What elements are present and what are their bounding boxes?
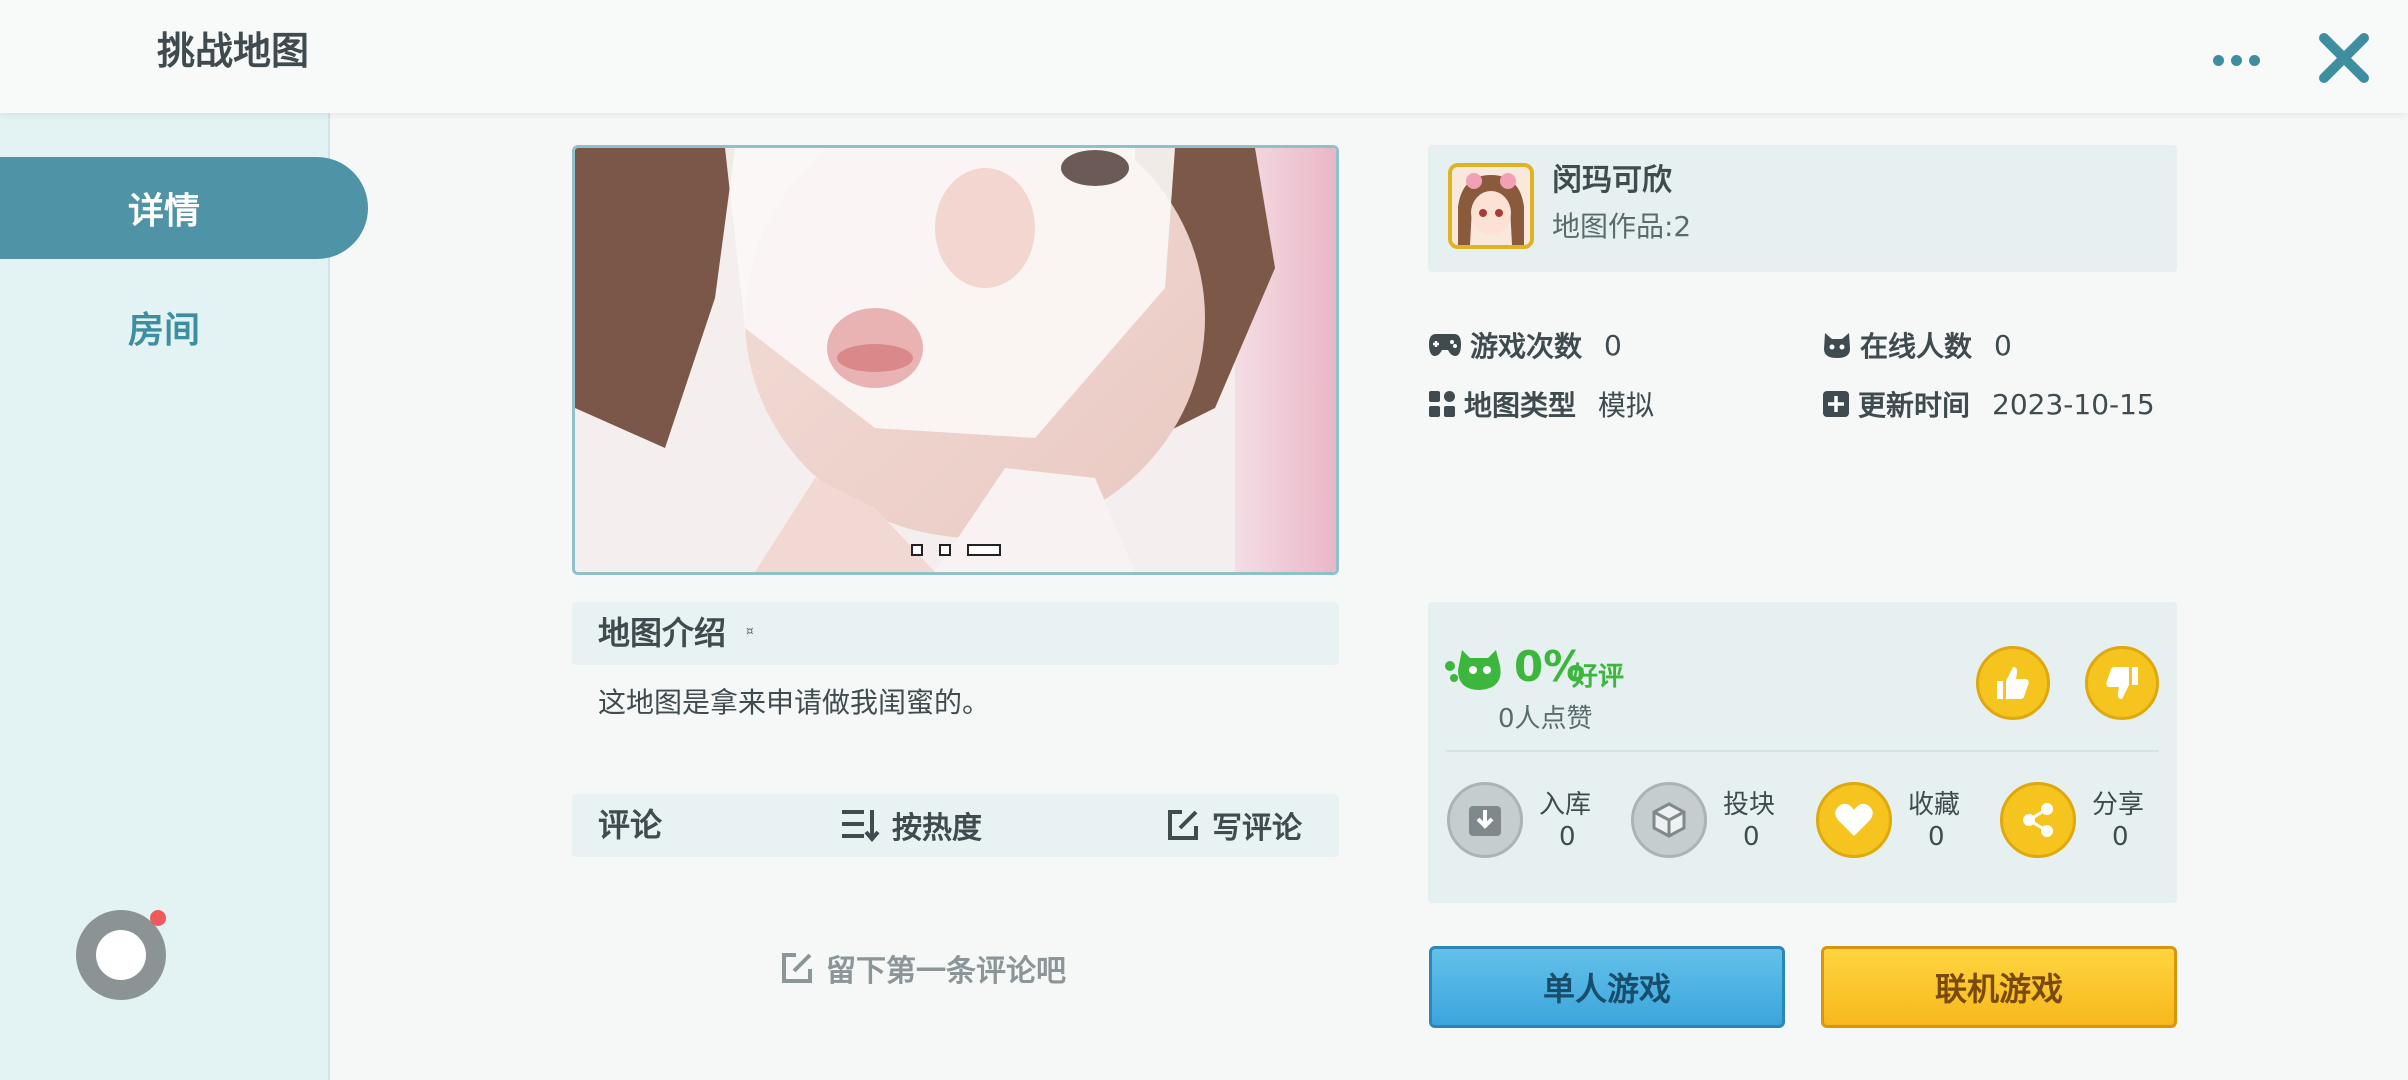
like-count: 0人点赞 xyxy=(1498,704,1593,734)
comments-header: 评论 按热度 写评论 xyxy=(572,794,1339,857)
stat-value: 2023-10-15 xyxy=(1992,387,2155,421)
thumbs-down-icon xyxy=(2106,667,2138,699)
more-dot-icon xyxy=(2248,54,2260,66)
action-count: 0 xyxy=(1928,822,1945,852)
tab-label: 详情 xyxy=(128,191,201,232)
multiplayer-label: 联机游戏 xyxy=(1934,970,2063,1008)
action-label: 分享 xyxy=(2092,790,2145,820)
share-icon xyxy=(2000,782,2076,858)
action-count: 0 xyxy=(1743,822,1760,852)
stat-label: 更新时间 xyxy=(1858,389,1971,422)
carousel-dot[interactable] xyxy=(938,544,951,556)
plus-square-icon xyxy=(1823,391,1849,417)
stat-label: 在线人数 xyxy=(1860,330,1973,363)
close-icon xyxy=(2319,33,2369,83)
author-name: 闵玛可欣 xyxy=(1552,163,1672,198)
author-works-count: 地图作品:2 xyxy=(1552,210,1692,243)
top-bar: 挑战地图 xyxy=(0,0,2408,113)
first-comment-prompt: 留下第一条评论吧 xyxy=(826,954,1066,989)
more-dot-icon xyxy=(2230,54,2242,66)
carousel-dot-active[interactable] xyxy=(966,544,1001,556)
action-count: 0 xyxy=(2112,822,2129,852)
thumbs-up-button[interactable] xyxy=(1976,646,2050,720)
rating-panel: 0% 好评 0人点赞 入库 0 投块 0 收藏 0 分享 0 xyxy=(1428,602,2177,903)
notification-dot xyxy=(150,910,166,926)
sidebar: 详情 房间 xyxy=(0,113,368,1080)
stat-value: 模拟 xyxy=(1598,389,1655,422)
action-label: 投块 xyxy=(1723,790,1776,820)
grid-icon xyxy=(1429,391,1455,417)
intro-description: 这地图是拿来申请做我闺蜜的。 xyxy=(598,686,991,719)
more-dot-icon xyxy=(2212,54,2224,66)
tab-label: 房间 xyxy=(128,310,201,351)
close-button[interactable] xyxy=(2316,30,2372,86)
tab-details[interactable]: 详情 xyxy=(0,157,368,259)
divider xyxy=(1446,750,2159,752)
sort-label: 按热度 xyxy=(892,811,982,846)
author-card[interactable]: 闵玛可欣 地图作品:2 xyxy=(1428,145,2177,272)
avatar-image xyxy=(1452,167,1530,245)
sort-icon xyxy=(842,810,880,842)
intro-title: 地图介绍 xyxy=(598,614,727,652)
sort-by-popularity-button[interactable]: 按热度 xyxy=(840,802,982,848)
gamepad-icon xyxy=(1429,334,1461,356)
thumbs-up-icon xyxy=(1997,667,2029,699)
intro-mark: ¤ xyxy=(746,624,754,638)
action-count: 0 xyxy=(1559,822,1576,852)
single-player-label: 单人游戏 xyxy=(1542,970,1671,1008)
stat-map-type: 地图类型 模拟 xyxy=(1428,384,1654,424)
stat-play-count: 游戏次数 0 xyxy=(1428,325,1622,365)
tab-rooms[interactable]: 房间 xyxy=(0,276,330,378)
stat-label: 地图类型 xyxy=(1464,389,1577,422)
page-title: 挑战地图 xyxy=(157,29,310,73)
write-comment-label: 写评论 xyxy=(1212,811,1302,846)
mascot-icon xyxy=(1445,650,1501,690)
stat-value: 0 xyxy=(1994,328,2012,362)
map-cover-photo xyxy=(575,148,1336,572)
thumbs-down-button[interactable] xyxy=(2085,646,2159,720)
write-comment-button[interactable]: 写评论 xyxy=(1166,802,1302,848)
comments-title: 评论 xyxy=(598,806,663,844)
action-label: 收藏 xyxy=(1908,790,1961,820)
map-screenshot-carousel[interactable] xyxy=(572,145,1339,575)
single-player-button[interactable]: 单人游戏 xyxy=(1429,946,1785,1028)
stat-update-time: 更新时间 2023-10-15 xyxy=(1822,384,2155,424)
multiplayer-button[interactable]: 联机游戏 xyxy=(1821,946,2177,1028)
more-options-button[interactable] xyxy=(2206,40,2266,80)
positive-rating-label: 好评 xyxy=(1572,662,1625,692)
cube-icon xyxy=(1631,782,1707,858)
action-label: 入库 xyxy=(1539,790,1592,820)
library-icon xyxy=(1447,782,1523,858)
author-avatar[interactable] xyxy=(1448,163,1534,249)
edit-icon xyxy=(782,953,812,983)
leave-first-comment-button[interactable]: 留下第一条评论吧 xyxy=(780,945,1066,991)
edit-icon xyxy=(1168,810,1198,840)
stat-online-count: 在线人数 0 xyxy=(1822,325,2012,365)
stat-label: 游戏次数 xyxy=(1470,330,1583,363)
carousel-indicator xyxy=(575,544,1336,556)
cat-face-icon xyxy=(1824,333,1850,358)
map-intro-header: 地图介绍 ¤ xyxy=(572,602,1339,665)
carousel-dot[interactable] xyxy=(910,544,923,556)
stat-value: 0 xyxy=(1604,328,1622,362)
heart-icon xyxy=(1816,782,1892,858)
